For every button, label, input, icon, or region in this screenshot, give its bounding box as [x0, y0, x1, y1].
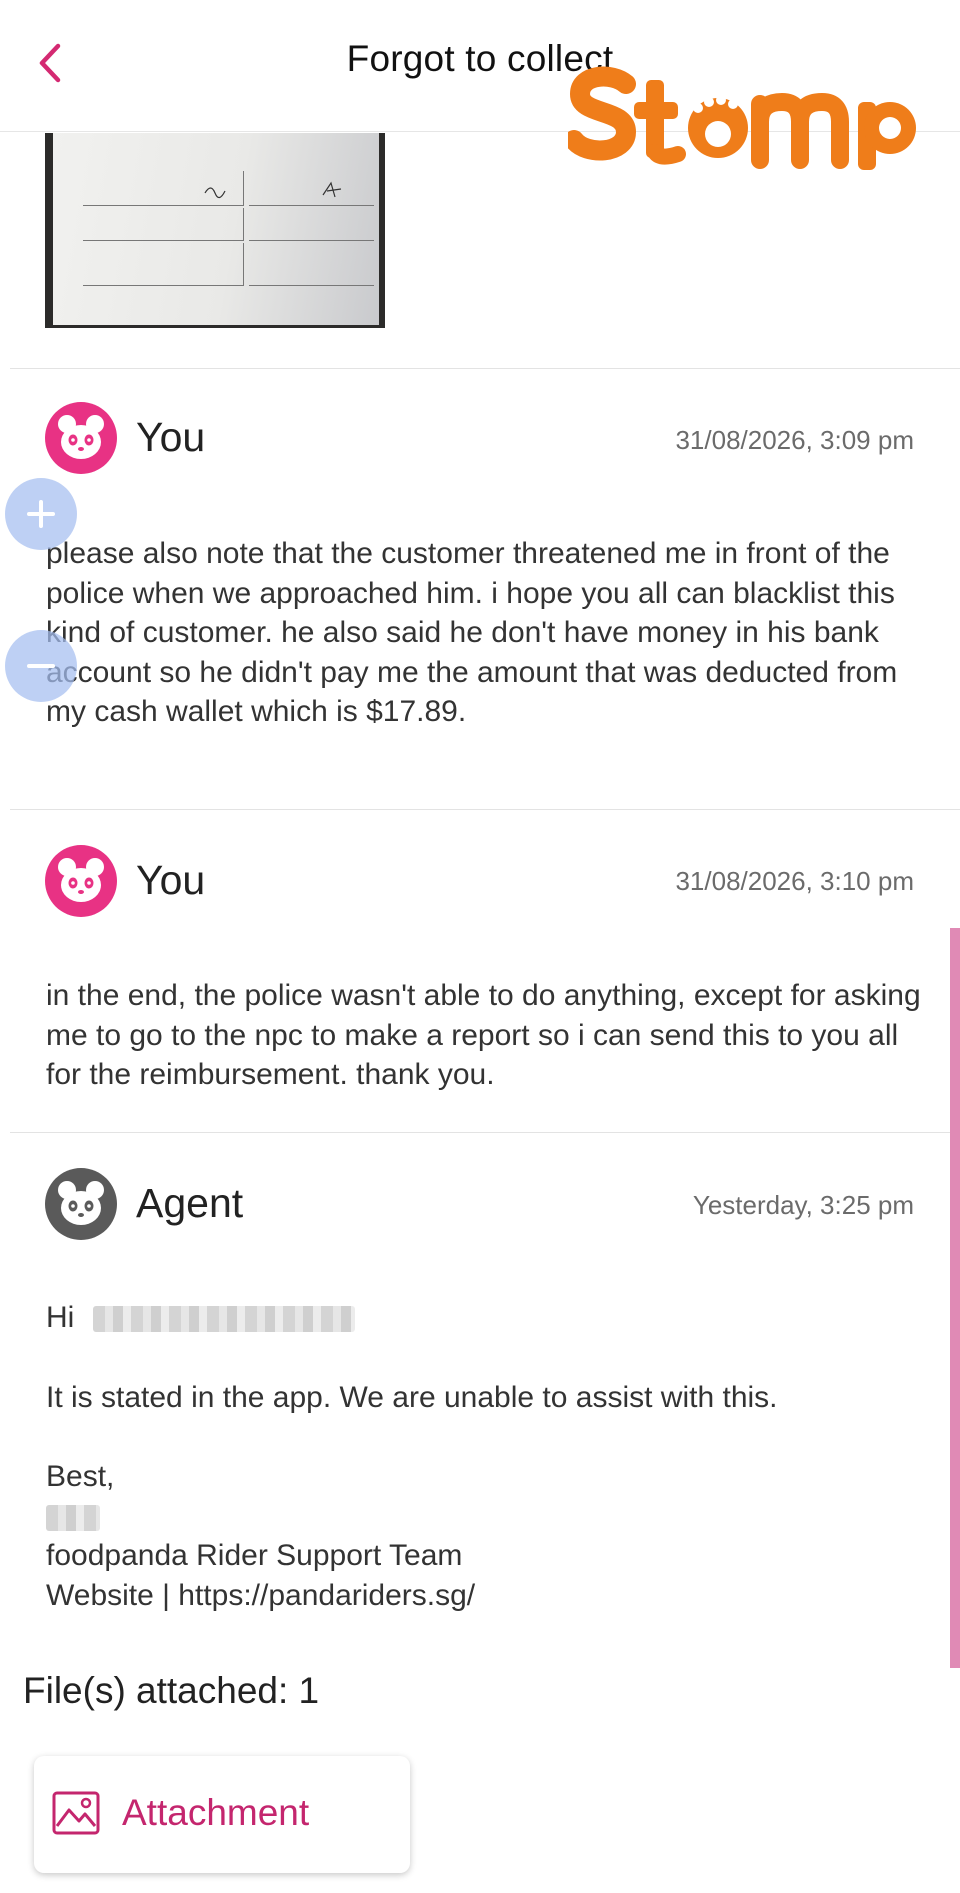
message-divider — [10, 809, 960, 810]
report-photo[interactable] — [45, 133, 385, 328]
website-text: Website | https://pandariders.sg/ — [46, 1578, 476, 1612]
signature-mark — [204, 187, 226, 199]
redacted-name — [92, 1306, 355, 1333]
message-timestamp: 31/08/2026, 3:09 pm — [675, 425, 914, 455]
avatar — [45, 1168, 117, 1240]
avatar — [45, 845, 117, 917]
message-text: in the end, the police wasn't able to do… — [46, 979, 921, 1091]
plus-icon — [27, 500, 55, 528]
minus-icon — [27, 664, 55, 668]
avatar — [45, 402, 117, 474]
message-divider — [10, 1132, 960, 1133]
scroll-indicator[interactable] — [950, 928, 960, 1668]
files-attached-label: File(s) attached: 1 — [23, 1670, 320, 1711]
signoff-text: Best, — [46, 1460, 115, 1493]
message-divider — [10, 368, 960, 369]
stomp-logo-icon — [564, 66, 916, 170]
sender-name: You — [136, 857, 206, 903]
agent-message: Hi It is stated in the app. We are unabl… — [46, 1298, 936, 1615]
signature-mark — [322, 181, 342, 198]
stomp-watermark-logo — [564, 62, 928, 187]
message-text: It is stated in the app. We are unable t… — [46, 1380, 778, 1414]
message-timestamp: 31/08/2026, 3:10 pm — [675, 866, 914, 896]
zoom-in-button[interactable] — [5, 478, 77, 550]
panda-icon — [58, 858, 104, 902]
redacted-agent-name — [46, 1504, 100, 1531]
panda-icon — [58, 415, 104, 459]
police-report-document-image — [53, 133, 379, 325]
panda-icon — [58, 1181, 104, 1225]
team-text: foodpanda Rider Support Team — [46, 1539, 463, 1572]
zoom-out-button[interactable] — [5, 630, 77, 702]
attachment-button[interactable]: Attachment — [34, 1756, 410, 1873]
attachment-label: Attachment — [122, 1792, 310, 1833]
sender-name: Agent — [136, 1180, 244, 1226]
message-timestamp: Yesterday, 3:25 pm — [692, 1190, 914, 1220]
image-icon — [52, 1791, 100, 1835]
sender-name: You — [136, 414, 206, 460]
greeting-text: Hi — [46, 1301, 75, 1334]
message-text: please also note that the customer threa… — [46, 537, 898, 728]
